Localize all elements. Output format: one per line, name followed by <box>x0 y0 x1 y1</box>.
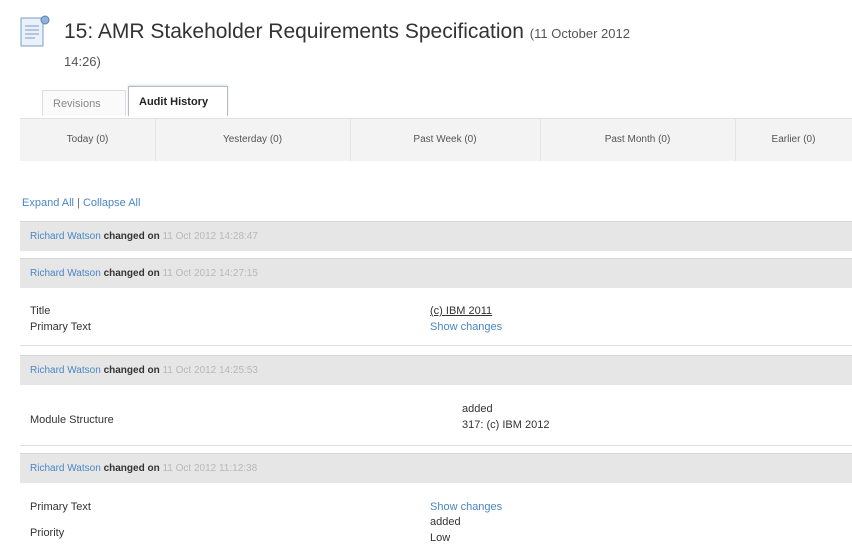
divider <box>20 445 852 446</box>
period-earlier[interactable]: Earlier (0) <box>735 119 852 161</box>
change-verb: changed on <box>103 365 160 376</box>
divider <box>20 345 852 346</box>
field-label-title: Title <box>30 305 51 317</box>
change-verb: changed on <box>103 268 160 279</box>
collapse-all-link[interactable]: Collapse All <box>83 197 140 209</box>
change-date: 11 Oct 2012 11:12:38 <box>162 463 258 474</box>
page-title: 15: AMR Stakeholder Requirements Specifi… <box>64 20 630 44</box>
user-link[interactable]: Richard Watson <box>30 231 101 242</box>
change-date: 11 Oct 2012 14:28:47 <box>162 231 258 242</box>
show-changes-link[interactable]: Show changes <box>430 321 502 333</box>
field-value-added: added <box>430 516 461 528</box>
user-link[interactable]: Richard Watson <box>30 463 101 474</box>
field-value-added: added <box>462 403 493 415</box>
period-filter-bar: Today (0) Yesterday (0) Past Week (0) Pa… <box>20 118 852 161</box>
field-value-title: (c) IBM 2011 <box>430 305 493 317</box>
tab-revisions[interactable]: Revisions <box>42 90 126 116</box>
change-date: 11 Oct 2012 14:25:53 <box>162 365 258 376</box>
user-link[interactable]: Richard Watson <box>30 365 101 376</box>
link-separator: | <box>77 197 80 209</box>
field-value-priority: Low <box>430 532 451 544</box>
change-verb: changed on <box>103 231 160 242</box>
title-name: 15: AMR Stakeholder Requirements Specifi… <box>64 20 524 43</box>
field-label-primary-text: Primary Text <box>30 321 91 333</box>
expand-collapse-links: Expand All | Collapse All <box>22 197 140 209</box>
change-verb: changed on <box>103 463 160 474</box>
expand-all-link[interactable]: Expand All <box>22 197 74 209</box>
field-label-module-structure: Module Structure <box>30 414 114 426</box>
tab-audit-history[interactable]: Audit History <box>128 86 228 116</box>
field-value-module: 317: (c) IBM 2012 <box>462 419 550 431</box>
field-label-priority: Priority <box>30 527 65 539</box>
title-date: (11 October 2012 <box>529 26 630 41</box>
change-date: 11 Oct 2012 14:27:15 <box>162 268 258 279</box>
title-date-continued: 14:26) <box>64 54 101 69</box>
document-icon <box>20 14 50 50</box>
audit-entry-header[interactable]: Richard Watson changed on 11 Oct 2012 14… <box>20 355 852 385</box>
period-past-month[interactable]: Past Month (0) <box>540 119 736 161</box>
period-yesterday[interactable]: Yesterday (0) <box>155 119 351 161</box>
period-past-week[interactable]: Past Week (0) <box>350 119 541 161</box>
show-changes-link[interactable]: Show changes <box>430 501 502 513</box>
field-label-primary-text: Primary Text <box>30 501 91 513</box>
audit-entry-header[interactable]: Richard Watson changed on 11 Oct 2012 14… <box>20 221 852 251</box>
audit-entry-header[interactable]: Richard Watson changed on 11 Oct 2012 11… <box>20 453 852 483</box>
period-today[interactable]: Today (0) <box>20 119 156 161</box>
user-link[interactable]: Richard Watson <box>30 268 101 279</box>
audit-entry-header[interactable]: Richard Watson changed on 11 Oct 2012 14… <box>20 258 852 288</box>
